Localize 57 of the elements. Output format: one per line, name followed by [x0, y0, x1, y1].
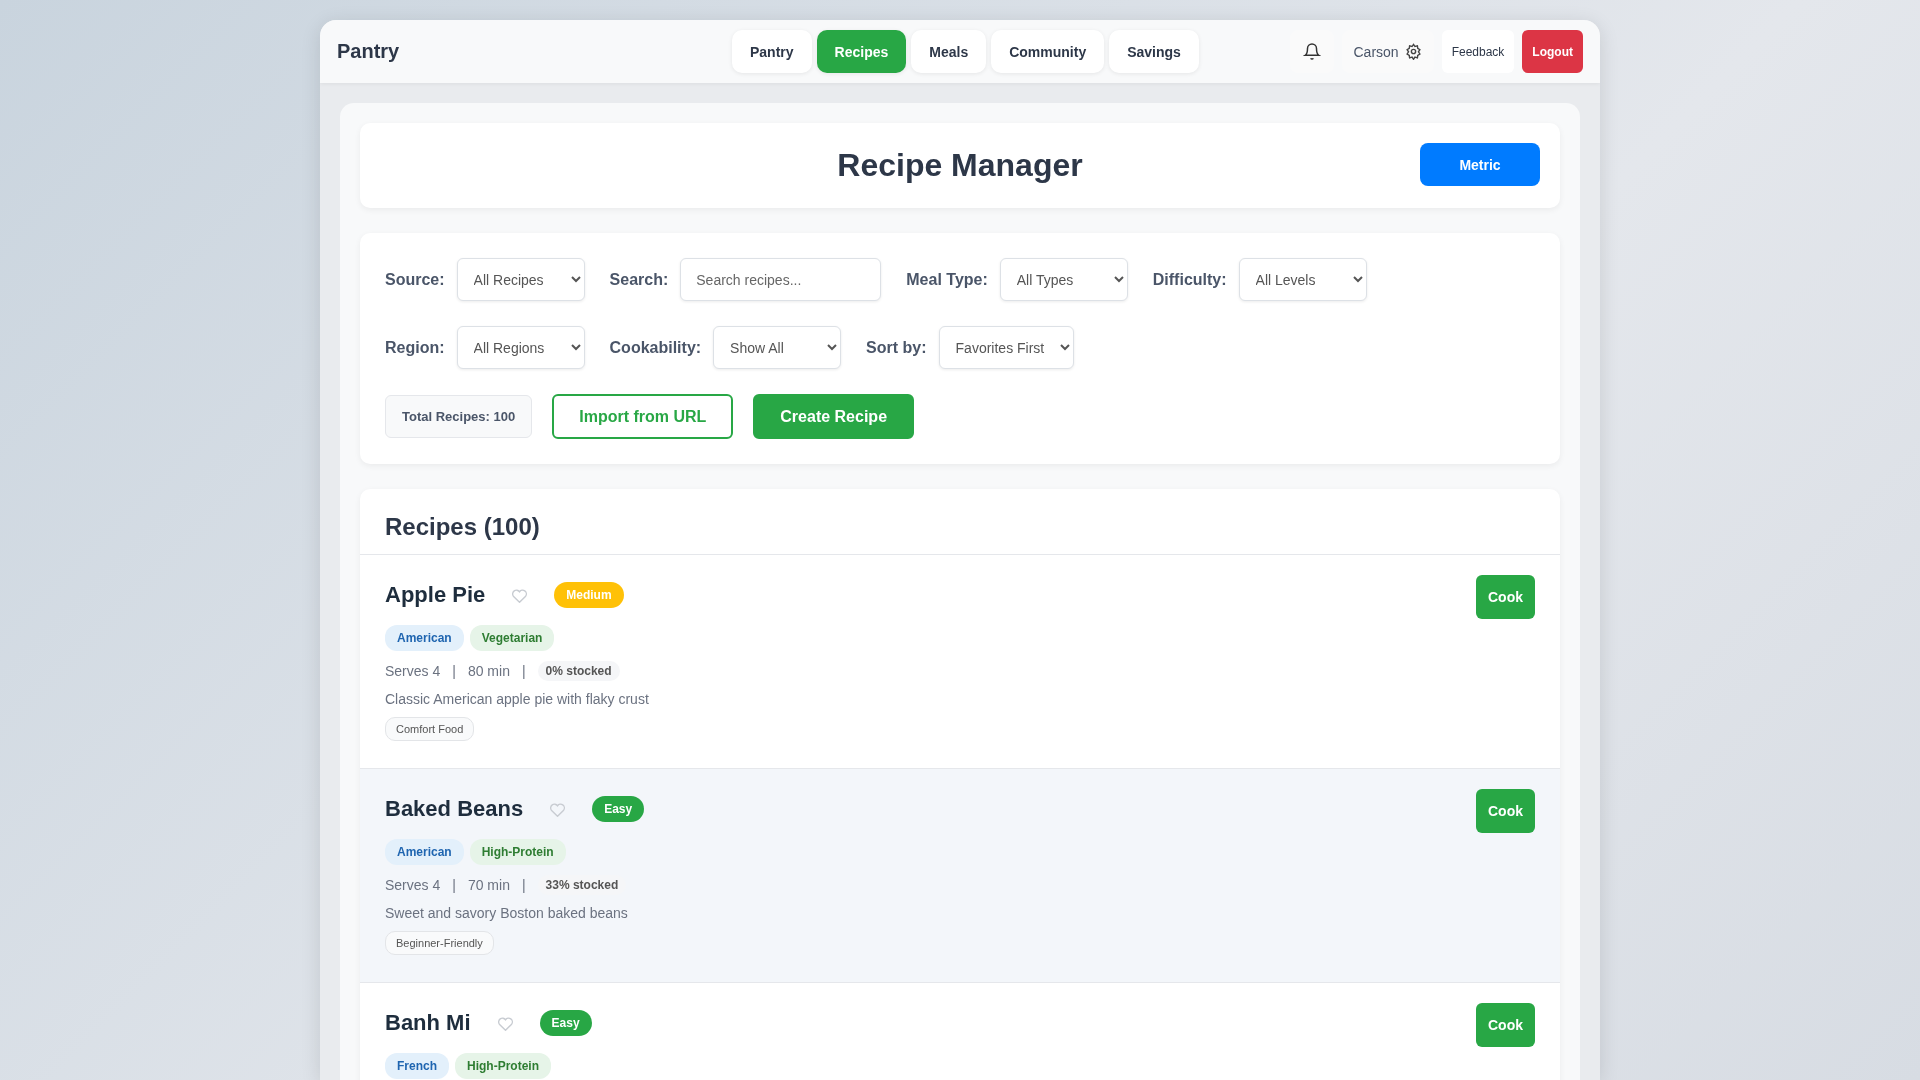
logout-button[interactable]: Logout — [1522, 30, 1583, 73]
separator-text: | — [452, 877, 456, 893]
settings-icon — [1404, 43, 1422, 60]
time-text: 70 min — [467, 877, 510, 893]
filter-label: Difficulty: — [1152, 270, 1227, 289]
time-text: 80 min — [467, 663, 510, 679]
recipe-row[interactable]: Banh Mi Easy French High-Protein Cook — [360, 983, 1560, 1080]
difficulty-badge: Medium — [554, 582, 624, 608]
heart-icon[interactable] — [511, 587, 529, 603]
recipe-label: Beginner-Friendly — [385, 931, 494, 955]
page-title: Recipe Manager — [837, 147, 1083, 184]
filter-label: Sort by: — [866, 338, 927, 357]
recipe-description: Sweet and savory Boston baked beans — [385, 905, 629, 921]
app-brand: Pantry — [337, 40, 401, 63]
cuisine-tag: American — [385, 625, 464, 651]
recipe-row[interactable]: Baked Beans Easy American High-Protein Serves 4 | 70 min | 33% stocked Sweet and savory Boston baked beans Beginner-Friendly Cook — [360, 769, 1560, 983]
recipe-name: Banh Mi — [385, 1010, 471, 1036]
filter-label: Search: — [609, 270, 669, 289]
nav-tab[interactable]: Savings — [1109, 30, 1199, 73]
diet-tag: High-Protein — [469, 839, 566, 865]
filter-select[interactable]: All Regions — [456, 326, 585, 369]
heart-icon[interactable] — [496, 1015, 514, 1031]
difficulty-badge: Easy — [592, 796, 645, 822]
diet-tag: Vegetarian — [469, 625, 555, 651]
recipe-name: Baked Beans — [385, 796, 524, 822]
recipe-description: Classic American apple pie with flaky crust — [385, 691, 649, 707]
recipe-row[interactable]: Apple Pie Medium American Vegetarian Serves 4 | 80 min | 0% stocked Classic American apple pie with flaky crust Comfort Food Cook — [360, 555, 1560, 769]
stock-badge: 0% stocked — [537, 661, 620, 681]
servings-text: Serves 4 — [385, 663, 441, 679]
separator-text: | — [521, 877, 526, 893]
separator-text: | — [452, 663, 456, 679]
nav-tab[interactable]: Meals — [911, 30, 987, 73]
feedback-button[interactable]: Feedback — [1441, 30, 1515, 73]
unit-toggle-button[interactable]: Metric — [1420, 143, 1540, 186]
nav-tab[interactable]: Pantry — [732, 30, 812, 73]
search-field[interactable]: Search recipes... — [680, 258, 882, 301]
heart-icon[interactable] — [549, 801, 567, 817]
filter-label: Meal Type: — [906, 270, 988, 289]
filter-label: Cookability: — [609, 338, 702, 357]
cuisine-tag: French — [385, 1053, 449, 1079]
filter-label: Region: — [385, 338, 445, 357]
filter-select[interactable]: All Types — [999, 258, 1128, 301]
cuisine-tag: American — [385, 839, 464, 865]
bell-icon — [1302, 42, 1321, 61]
filter-select[interactable]: All Levels — [1238, 258, 1367, 301]
nav-tab[interactable]: Community — [991, 30, 1105, 73]
filter-select[interactable]: Show All — [713, 326, 842, 369]
difficulty-badge: Easy — [539, 1010, 592, 1036]
diet-tag: High-Protein — [455, 1053, 551, 1079]
filter-select[interactable]: Favorites First — [938, 326, 1074, 369]
servings-text: Serves 4 — [385, 877, 441, 893]
filter-select[interactable]: All Recipes — [456, 258, 585, 301]
recipe-name: Apple Pie — [385, 582, 486, 608]
recipe-label: Comfort Food — [385, 717, 475, 741]
filter-label: Source: — [385, 270, 445, 289]
total-count: Total Recipes: 100 — [385, 395, 533, 438]
separator-text: | — [521, 663, 526, 679]
